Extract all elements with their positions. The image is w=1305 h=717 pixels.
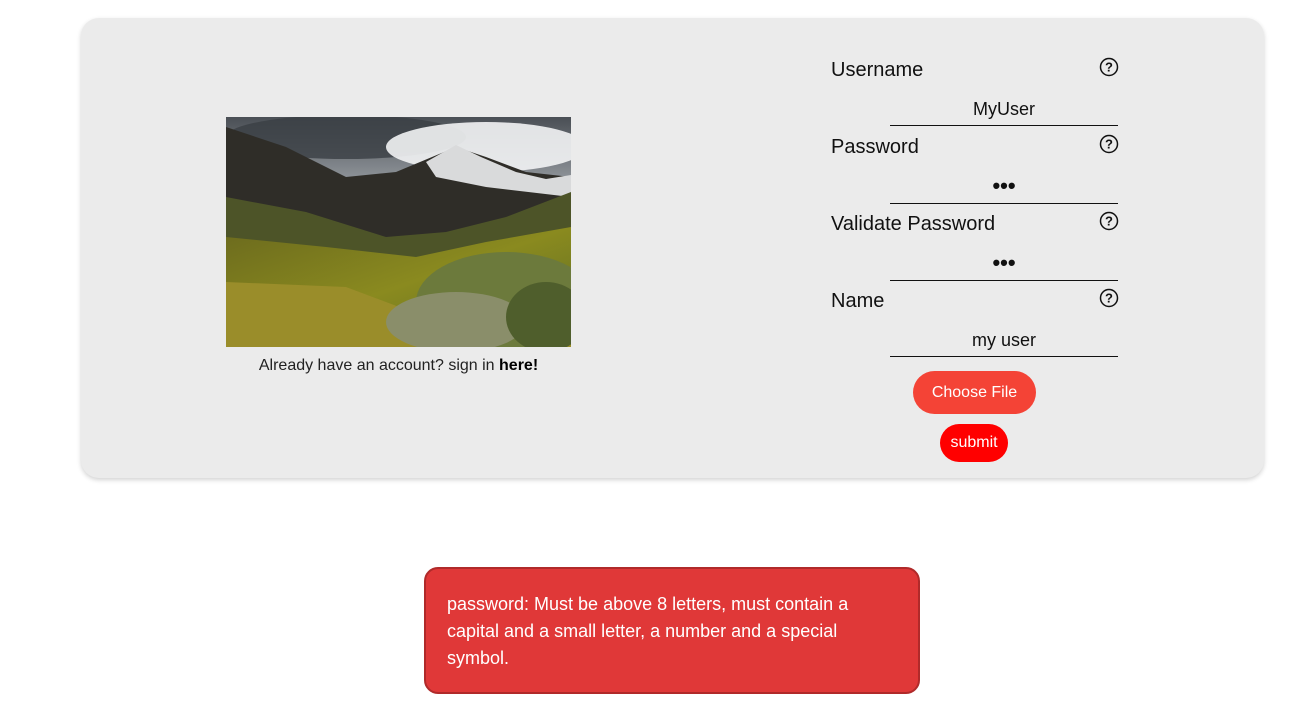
landscape-image	[226, 117, 571, 347]
submit-button[interactable]: submit	[940, 424, 1008, 462]
password-label: Password	[831, 136, 919, 158]
help-icon[interactable]: ?	[1099, 134, 1119, 154]
username-input[interactable]	[890, 94, 1118, 126]
svg-text:?: ?	[1105, 214, 1113, 229]
validate-password-input[interactable]: •••	[890, 249, 1118, 281]
signin-link[interactable]: here!	[499, 357, 538, 374]
error-text: password: Must be above 8 letters, must …	[447, 594, 849, 668]
help-icon[interactable]: ?	[1099, 57, 1119, 77]
svg-text:?: ?	[1105, 60, 1113, 75]
name-label: Name	[831, 290, 885, 312]
svg-text:?: ?	[1105, 291, 1113, 306]
error-message: password: Must be above 8 letters, must …	[424, 567, 920, 694]
signup-card: Already have an account? sign in here! U…	[81, 18, 1264, 478]
svg-text:?: ?	[1105, 137, 1113, 152]
username-label: Username	[831, 59, 924, 81]
signin-prefix: Already have an account? sign in	[258, 357, 500, 374]
signin-text: Already have an account? sign in here!	[181, 357, 616, 375]
help-icon[interactable]: ?	[1099, 288, 1119, 308]
help-icon[interactable]: ?	[1099, 211, 1119, 231]
choose-file-button[interactable]: Choose File	[913, 371, 1036, 414]
password-input[interactable]: •••	[890, 172, 1118, 204]
validate-password-label: Validate Password	[831, 213, 996, 235]
name-input[interactable]	[890, 325, 1118, 357]
